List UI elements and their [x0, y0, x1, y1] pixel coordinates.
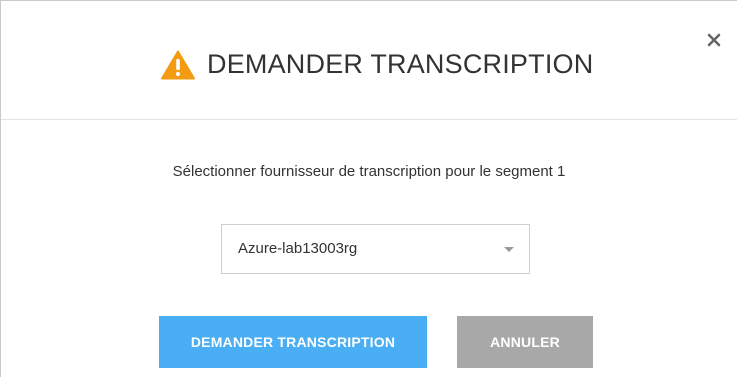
close-icon[interactable]: [705, 31, 725, 51]
cancel-button[interactable]: ANNULER: [457, 316, 593, 368]
dialog-title: DEMANDER TRANSCRIPTION: [207, 49, 594, 79]
chevron-down-icon: [504, 247, 514, 252]
warning-triangle-icon: [161, 50, 195, 80]
dialog-title-row: DEMANDER TRANSCRIPTION: [161, 49, 593, 80]
request-transcription-button[interactable]: DEMANDER TRANSCRIPTION: [159, 316, 427, 368]
transcription-provider-select[interactable]: Azure-lab13003rg: [221, 224, 530, 274]
provider-prompt: Sélectionner fournisseur de transcriptio…: [172, 163, 566, 180]
selected-provider-value: Azure-lab13003rg: [238, 240, 358, 257]
request-transcription-dialog: DEMANDER TRANSCRIPTION Sélectionner four…: [0, 0, 737, 377]
dialog-header: DEMANDER TRANSCRIPTION: [1, 1, 737, 120]
